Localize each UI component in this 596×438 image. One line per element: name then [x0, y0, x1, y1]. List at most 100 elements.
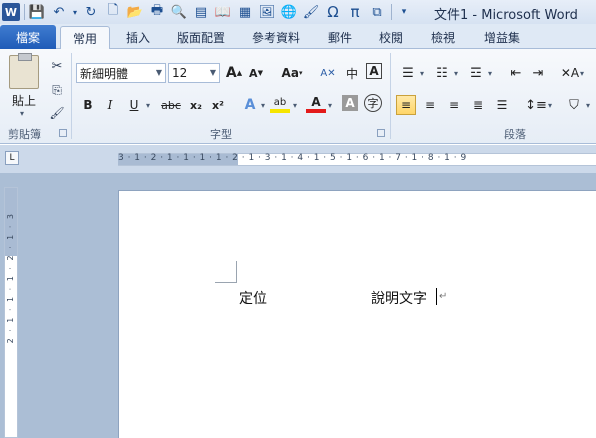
tab-addins[interactable]: 增益集	[472, 26, 532, 49]
decrease-indent-icon[interactable]: ⇤	[506, 63, 526, 83]
text-cursor	[436, 288, 437, 305]
tab-references[interactable]: 參考資料	[240, 26, 312, 49]
increase-indent-icon[interactable]: ⇥	[528, 63, 548, 83]
tab-review[interactable]: 校閱	[368, 26, 414, 49]
shading-icon[interactable]: ⛉	[564, 95, 584, 115]
tab-file[interactable]: 檔案	[0, 25, 56, 49]
document-area: 2 · 1 · 1 · 1 · 2 · 1 · 3 定位 說明文字 ↵	[0, 173, 596, 438]
group-separator	[390, 53, 391, 139]
underline-dropdown-icon[interactable]: ▾	[146, 101, 150, 110]
copy-icon[interactable]: ⎘	[48, 81, 66, 99]
text-effects-button[interactable]: A	[240, 95, 260, 115]
line-spacing-dropdown-icon[interactable]: ▾	[548, 101, 552, 110]
align-right-icon[interactable]: ≡	[444, 95, 464, 115]
org-chart-icon[interactable]: ⧉	[367, 2, 387, 22]
format-painter-icon[interactable]: 🖌	[301, 2, 321, 22]
format-painter-icon[interactable]: 🖌	[48, 104, 66, 122]
font-color-dropdown-icon[interactable]: ▾	[328, 101, 332, 110]
bullets-dropdown-icon[interactable]: ▾	[420, 69, 424, 78]
underline-button[interactable]: U	[124, 95, 144, 115]
distributed-icon[interactable]: ☰	[492, 95, 512, 115]
bold-button[interactable]: B	[78, 95, 98, 115]
undo-dropdown-icon[interactable]: ▾	[71, 2, 79, 22]
multilevel-dropdown-icon[interactable]: ▾	[488, 69, 492, 78]
highlight-button[interactable]: ab	[270, 95, 290, 113]
grow-font-button[interactable]: A ▲	[224, 63, 244, 83]
justify-icon[interactable]: ≣	[468, 95, 488, 115]
enclose-characters-button[interactable]: 字	[364, 94, 382, 112]
tab-page-layout[interactable]: 版面配置	[166, 26, 236, 49]
pi-icon[interactable]: π	[345, 2, 365, 22]
hyperlink-icon[interactable]: 🌐	[279, 2, 299, 22]
tab-mailings[interactable]: 郵件	[318, 26, 362, 49]
line-spacing-icon[interactable]: ↕≡	[525, 95, 547, 115]
asian-layout-dropdown-icon[interactable]: ▾	[580, 69, 584, 78]
font-launcher-icon[interactable]	[377, 129, 385, 137]
character-border-button[interactable]: A	[366, 63, 382, 79]
open-icon[interactable]: 📂	[125, 2, 145, 22]
tab-home[interactable]: 常用	[60, 26, 110, 50]
shrink-font-button[interactable]: A ▼	[246, 63, 266, 83]
subscript-button[interactable]: x₂	[186, 95, 206, 115]
group-label-font: 字型	[210, 128, 232, 141]
strikethrough-button[interactable]: abc	[158, 95, 184, 115]
textbox-icon[interactable]: ▤	[191, 2, 211, 22]
change-case-button[interactable]: Aa ▾	[278, 63, 306, 83]
omega-icon[interactable]: Ω	[323, 2, 343, 22]
document-text-caption[interactable]: 說明文字	[371, 288, 427, 308]
grow-font-label: A	[225, 65, 237, 81]
undo-icon[interactable]: ↶	[49, 2, 69, 22]
multilevel-list-icon[interactable]: ☲	[466, 63, 486, 83]
tab-view[interactable]: 檢視	[420, 26, 466, 49]
vertical-ruler-numbers: 2 · 1 · 1 · 1 · 2 · 1 · 3	[6, 212, 15, 344]
ruler-bar: L 3 · 1 · 2 · 1 · 1 · 1 · 1 · 2 · 1 · 3 …	[0, 145, 596, 173]
horizontal-ruler[interactable]: 3 · 1 · 2 · 1 · 1 · 1 · 1 · 2 · 1 · 3 · …	[118, 153, 596, 166]
clear-format-button[interactable]: A✕	[318, 63, 338, 83]
phonetic-guide-button[interactable]: 中	[342, 63, 362, 83]
enclose-characters-label: 字	[367, 97, 379, 110]
print-icon[interactable]: 🖶	[147, 2, 167, 22]
cut-icon[interactable]: ✂	[48, 57, 66, 75]
group-label-paragraph: 段落	[504, 128, 526, 141]
align-left-icon[interactable]: ≡	[396, 95, 416, 115]
word-logo-icon[interactable]: W	[2, 3, 20, 21]
bullets-icon[interactable]: ☰	[398, 63, 418, 83]
ribbon: 貼上 ▾ ✂ ⎘ 🖌 剪貼簿 新細明體 ▼ 12 ▼ A ▲ A ▼ Aa ▾ A✕ …	[0, 49, 596, 144]
asian-layout-icon[interactable]: ✕A	[560, 63, 580, 83]
font-color-button[interactable]: A	[306, 95, 326, 113]
redo-icon[interactable]: ↻	[81, 2, 101, 22]
ruler-numbers: 3 · 1 · 2 · 1 · 1 · 1 · 1 · 2 · 1 · 3 · …	[118, 153, 467, 163]
tab-selector[interactable]: L	[5, 151, 19, 165]
table-icon[interactable]: ▦	[235, 2, 255, 22]
text-effects-dropdown-icon[interactable]: ▾	[261, 101, 265, 110]
book-icon[interactable]: 📖	[213, 2, 233, 22]
tab-insert[interactable]: 插入	[114, 26, 162, 49]
chevron-down-icon[interactable]: ▼	[210, 68, 216, 77]
print-preview-icon[interactable]: 🔍	[169, 2, 189, 22]
new-document-icon[interactable]: 🗋	[103, 2, 123, 22]
paste-button-label[interactable]: 貼上	[12, 92, 36, 109]
italic-button[interactable]: I	[100, 95, 120, 115]
chevron-down-icon[interactable]: ▼	[156, 68, 162, 77]
font-size-combo[interactable]: 12 ▼	[168, 63, 220, 83]
clipboard-launcher-icon[interactable]	[59, 129, 67, 137]
vertical-ruler[interactable]: 2 · 1 · 1 · 1 · 2 · 1 · 3	[4, 187, 18, 438]
highlight-dropdown-icon[interactable]: ▾	[293, 101, 297, 110]
font-name-combo[interactable]: 新細明體 ▼	[76, 63, 166, 83]
group-label-clipboard: 剪貼簿	[8, 128, 41, 141]
shading-dropdown-icon[interactable]: ▾	[586, 101, 590, 110]
character-shading-button[interactable]: A	[342, 95, 358, 111]
picture-icon[interactable]: 🖼	[257, 2, 277, 22]
document-text-position[interactable]: 定位	[239, 288, 267, 308]
paragraph-mark-icon: ↵	[439, 291, 448, 302]
paste-icon[interactable]	[9, 53, 39, 89]
save-icon[interactable]: 💾	[27, 2, 47, 22]
numbering-dropdown-icon[interactable]: ▾	[454, 69, 458, 78]
numbering-icon[interactable]: ☷	[432, 63, 452, 83]
align-center-icon[interactable]: ≡	[420, 95, 440, 115]
superscript-button[interactable]: x²	[208, 95, 228, 115]
customize-qat-icon[interactable]: ▾	[394, 2, 414, 22]
group-separator	[71, 53, 72, 139]
document-page[interactable]: 定位 說明文字 ↵	[118, 190, 596, 438]
paste-dropdown-icon[interactable]: ▾	[20, 109, 24, 118]
